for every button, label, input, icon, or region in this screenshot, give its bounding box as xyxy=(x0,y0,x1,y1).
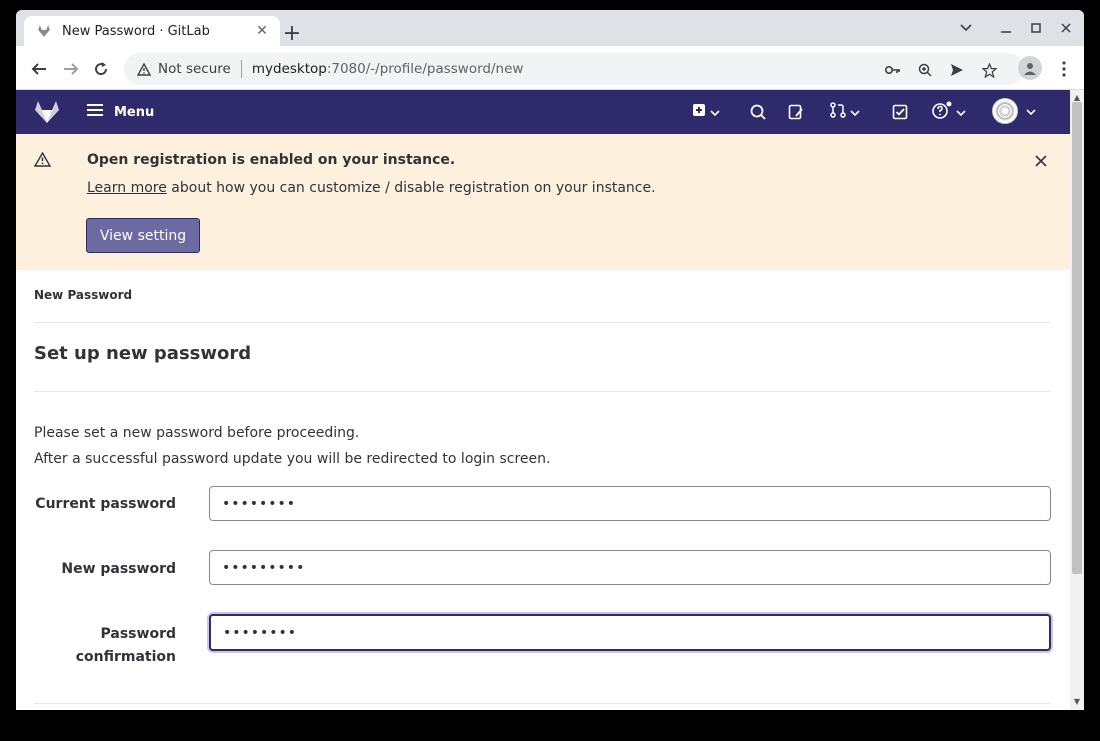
close-icon[interactable]: ✕ xyxy=(252,21,272,41)
issues-icon[interactable] xyxy=(788,102,804,122)
page-title: Set up new password xyxy=(34,343,252,364)
help-icon xyxy=(932,101,952,123)
reload-icon[interactable] xyxy=(90,58,112,80)
tab-strip: New Password · GitLab ✕ + xyxy=(16,10,1084,46)
warning-icon xyxy=(136,61,152,77)
back-arrow-icon[interactable] xyxy=(28,58,50,80)
alert-title: Open registration is enabled on your ins… xyxy=(87,152,456,168)
chevron-down-icon[interactable] xyxy=(952,18,980,38)
todo-icon[interactable] xyxy=(892,102,908,122)
scrollbar[interactable]: ▲ ▼ xyxy=(1070,90,1084,710)
help-button[interactable] xyxy=(932,101,966,123)
tab-title: New Password · GitLab xyxy=(62,23,210,39)
view-setting-button[interactable]: View setting xyxy=(86,218,200,253)
plus-icon[interactable]: + xyxy=(278,20,306,46)
password-confirmation-label-line2: confirmation xyxy=(75,649,176,665)
maximize-icon[interactable] xyxy=(1022,18,1050,38)
merge-request-icon xyxy=(830,102,846,122)
menu-button[interactable]: Menu xyxy=(86,102,154,122)
star-icon[interactable] xyxy=(980,61,998,79)
gitlab-navbar: Menu xyxy=(16,90,1070,134)
browser-tab[interactable]: New Password · GitLab ✕ xyxy=(24,16,280,46)
divider xyxy=(34,322,1050,323)
current-password-field[interactable] xyxy=(209,486,1051,521)
divider xyxy=(34,391,1050,392)
password-confirmation-label: Password confirmation xyxy=(16,623,176,669)
minimize-icon[interactable] xyxy=(992,18,1020,38)
current-password-label: Current password xyxy=(35,496,176,512)
browser-toolbar: Not secure mydesktop :7080/-/profile/pas… xyxy=(16,46,1084,90)
create-new-button[interactable] xyxy=(692,102,720,122)
browser-window: New Password · GitLab ✕ + Not secure myd… xyxy=(16,10,1084,710)
gitlab-tanuki-icon[interactable] xyxy=(34,100,60,124)
chevron-down-icon xyxy=(956,105,966,120)
divider xyxy=(240,60,242,78)
url-path: :7080/-/profile/password/new xyxy=(326,61,524,77)
intro-text: Please set a new password before proceed… xyxy=(34,425,360,441)
warning-icon xyxy=(33,151,52,170)
password-confirmation-field[interactable] xyxy=(209,614,1051,651)
security-label: Not secure xyxy=(158,61,231,77)
intro-text: After a successful password update you w… xyxy=(34,451,551,467)
new-password-field[interactable] xyxy=(209,550,1051,585)
chevron-down-icon xyxy=(710,105,720,120)
hamburger-icon xyxy=(86,103,104,121)
profile-icon[interactable] xyxy=(1018,56,1042,80)
window-close-icon[interactable] xyxy=(1052,18,1080,38)
scrollbar-thumb[interactable] xyxy=(1072,102,1082,574)
divider xyxy=(34,703,1050,704)
registration-alert: Open registration is enabled on your ins… xyxy=(16,134,1070,270)
zoom-icon[interactable] xyxy=(916,61,934,79)
merge-request-button[interactable] xyxy=(830,102,860,122)
password-confirmation-label-line1: Password xyxy=(100,626,176,642)
scroll-up-icon[interactable]: ▲ xyxy=(1072,92,1082,102)
learn-more-link[interactable]: Learn more xyxy=(87,180,167,196)
alert-body: Learn more about how you can customize /… xyxy=(87,180,656,196)
new-password-label: New password xyxy=(61,561,176,577)
url-host: mydesktop xyxy=(251,61,327,77)
send-icon[interactable] xyxy=(948,61,966,79)
key-icon[interactable] xyxy=(884,61,902,79)
forward-arrow-icon[interactable] xyxy=(60,58,82,80)
chevron-down-icon xyxy=(850,105,860,120)
menu-label: Menu xyxy=(114,104,155,120)
breadcrumb[interactable]: New Password xyxy=(34,288,132,302)
avatar[interactable] xyxy=(992,98,1018,124)
alert-body-text: about how you can customize / disable re… xyxy=(166,180,656,196)
gitlab-tanuki-icon xyxy=(36,23,52,39)
chevron-down-icon[interactable] xyxy=(1026,102,1036,122)
create-new-icon xyxy=(692,103,706,121)
close-icon[interactable] xyxy=(1032,152,1050,170)
search-icon[interactable] xyxy=(750,102,766,122)
scroll-down-icon[interactable]: ▼ xyxy=(1072,696,1082,706)
kebab-menu-icon[interactable] xyxy=(1054,58,1074,80)
